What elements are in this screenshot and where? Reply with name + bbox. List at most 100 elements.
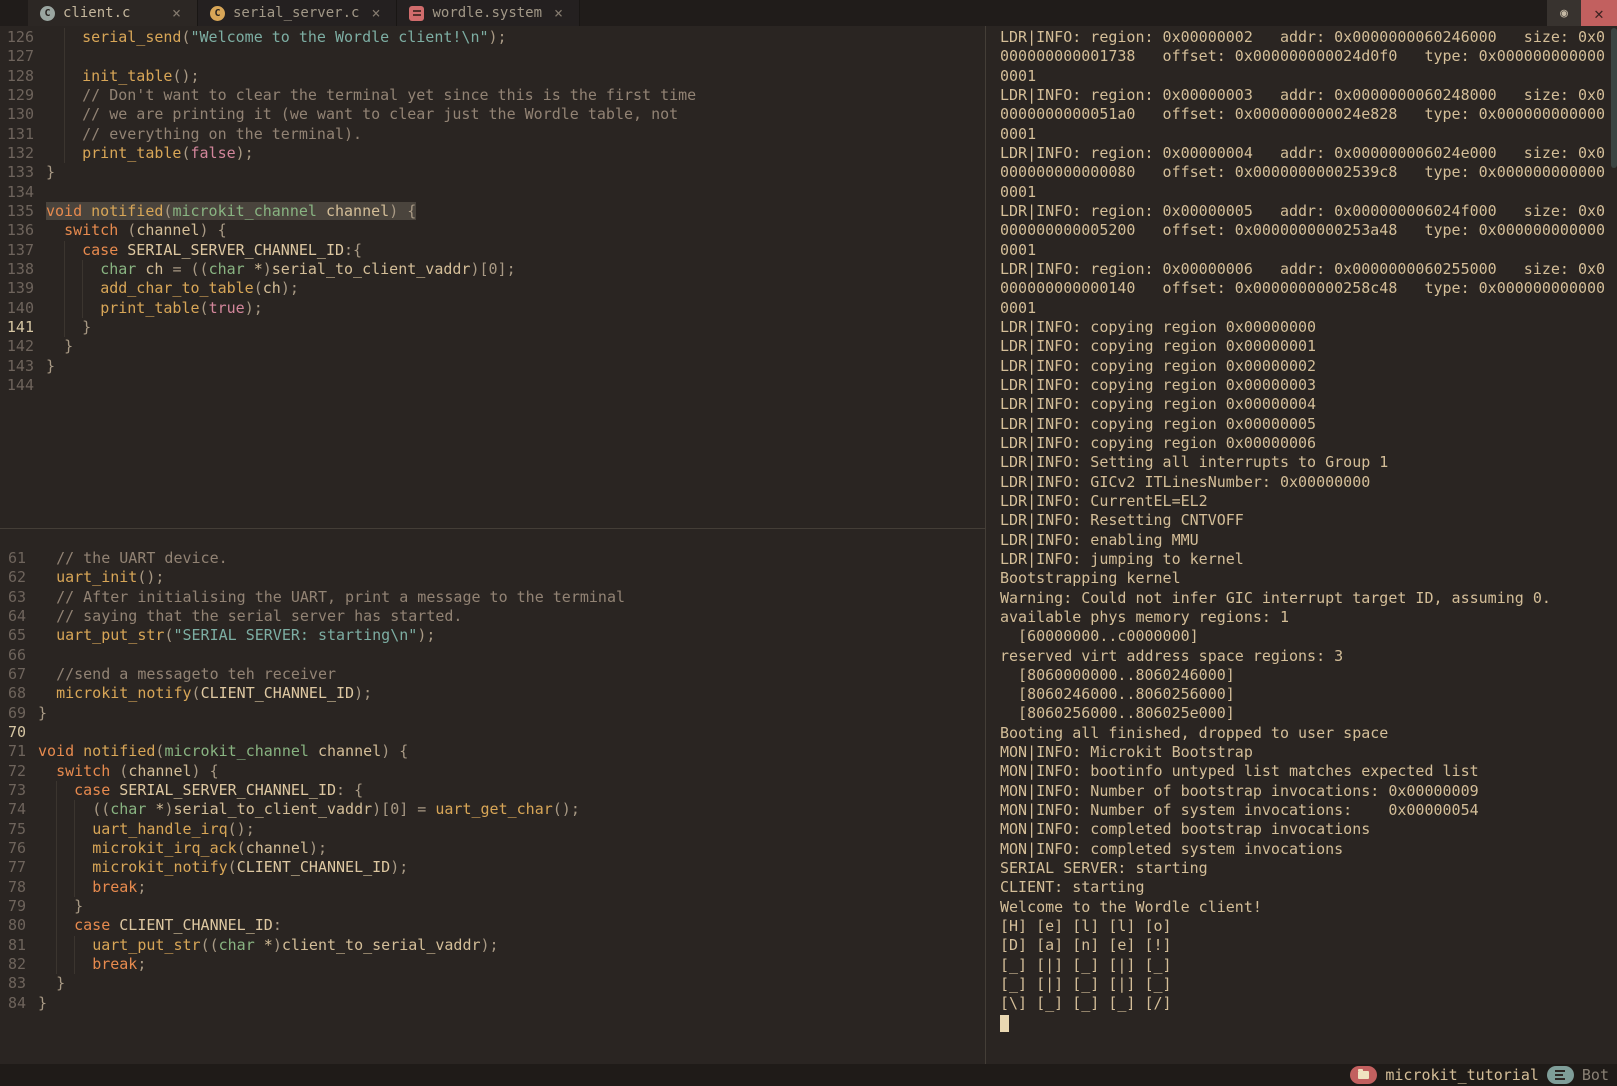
menu-lines-icon [1555, 1070, 1565, 1080]
code-line[interactable]: 136 switch (channel) { [0, 221, 985, 240]
code-line[interactable]: 75 uart_handle_irq(); [0, 820, 985, 839]
code-line[interactable]: 66 [0, 646, 985, 665]
code-line[interactable]: 78 break; [0, 878, 985, 897]
code-line[interactable]: 131 // everything on the terminal). [0, 125, 985, 144]
line-number: 79 [0, 897, 26, 916]
terminal-line: [_] [|] [_] [|] [_] [1000, 975, 1617, 994]
code-line[interactable]: 62 uart_init(); [0, 568, 985, 587]
code-line[interactable]: 69} [0, 704, 985, 723]
code-line[interactable]: 141 } [0, 318, 985, 337]
code-line[interactable]: 137 case SERIAL_SERVER_CHANNEL_ID:{ [0, 241, 985, 260]
code-line[interactable]: 63 // After initialising the UART, print… [0, 588, 985, 607]
line-number: 63 [0, 588, 26, 607]
code-line[interactable]: 68 microkit_notify(CLIENT_CHANNEL_ID); [0, 684, 985, 703]
code-line[interactable]: 76 microkit_irq_ack(channel); [0, 839, 985, 858]
terminal-line: LDR|INFO: region: 0x00000004 addr: 0x000… [1000, 144, 1617, 163]
code-line[interactable]: 64 // saying that the serial server has … [0, 607, 985, 626]
editor-pane-client[interactable]: 126 serial_send("Welcome to the Wordle c… [0, 26, 985, 528]
terminal-line: MON|INFO: Number of system invocations: … [1000, 801, 1617, 820]
line-number: 72 [0, 762, 26, 781]
terminal-line: LDR|INFO: region: 0x00000002 addr: 0x000… [1000, 28, 1617, 47]
code-line[interactable]: 74 ((char *)serial_to_client_vaddr)[0] =… [0, 800, 985, 819]
code-line[interactable]: 73 case SERIAL_SERVER_CHANNEL_ID: { [0, 781, 985, 800]
terminal-line: 0001 [1000, 241, 1617, 260]
tab-close-icon[interactable]: × [367, 4, 384, 22]
tab-bar: Cclient.c×Cserial_server.c×wordle.system… [0, 0, 1617, 26]
code-line[interactable]: 126 serial_send("Welcome to the Wordle c… [0, 28, 985, 47]
code-line[interactable]: 80 case CLIENT_CHANNEL_ID: [0, 916, 985, 935]
terminal-line: MON|INFO: Number of bootstrap invocation… [1000, 782, 1617, 801]
line-number: 132 [0, 144, 34, 163]
close-window-button[interactable]: ✕ [1581, 0, 1617, 26]
code-line[interactable]: 71void notified(microkit_channel channel… [0, 742, 985, 761]
editor-pane-serial-server[interactable]: 61 // the UART device.62 uart_init();63 … [0, 529, 985, 1064]
terminal-line: LDR|INFO: jumping to kernel [1000, 550, 1617, 569]
terminal-line: MON|INFO: completed bootstrap invocation… [1000, 820, 1617, 839]
terminal-line: LDR|INFO: Resetting CNTVOFF [1000, 511, 1617, 530]
tab-client.c[interactable]: Cclient.c× [28, 0, 198, 26]
line-number: 144 [0, 376, 34, 395]
line-number: 62 [0, 568, 26, 587]
c-file-icon: C [210, 6, 225, 21]
code-line[interactable]: 82 break; [0, 955, 985, 974]
line-number: 133 [0, 163, 34, 182]
preview-toggle-button[interactable]: ◉ [1547, 0, 1581, 26]
line-number: 137 [0, 241, 34, 260]
code-line[interactable]: 128 init_table(); [0, 67, 985, 86]
code-line[interactable]: 72 switch (channel) { [0, 762, 985, 781]
code-line[interactable]: 143} [0, 357, 985, 376]
code-line[interactable]: 81 uart_put_str((char *)client_to_serial… [0, 936, 985, 955]
line-number: 83 [0, 974, 26, 993]
code-line[interactable]: 127 [0, 47, 985, 66]
line-number: 65 [0, 626, 26, 645]
line-number: 128 [0, 67, 34, 86]
host-name: Bot [1582, 1066, 1609, 1084]
code-line[interactable]: 70 [0, 723, 985, 742]
code-line[interactable]: 135void notified(microkit_channel channe… [0, 202, 985, 221]
line-number: 78 [0, 878, 26, 897]
code-line[interactable]: 132 print_table(false); [0, 144, 985, 163]
code-line[interactable]: 142 } [0, 337, 985, 356]
terminal-line: LDR|INFO: copying region 0x00000004 [1000, 395, 1617, 414]
terminal-line: CLIENT: starting [1000, 878, 1617, 897]
terminal-pane[interactable]: LDR|INFO: region: 0x00000002 addr: 0x000… [986, 26, 1617, 1064]
host-badge [1547, 1066, 1574, 1084]
terminal-line: LDR|INFO: Setting all interrupts to Grou… [1000, 453, 1617, 472]
code-line[interactable]: 84} [0, 994, 985, 1013]
terminal-line: 0001 [1000, 125, 1617, 144]
terminal-line: LDR|INFO: GICv2 ITLinesNumber: 0x0000000… [1000, 473, 1617, 492]
terminal-line: Booting all finished, dropped to user sp… [1000, 724, 1617, 743]
terminal-line: LDR|INFO: copying region 0x00000003 [1000, 376, 1617, 395]
terminal-line: Bootstrapping kernel [1000, 569, 1617, 588]
line-number: 69 [0, 704, 26, 723]
tab-wordle.system[interactable]: wordle.system× [397, 0, 580, 26]
code-line[interactable]: 130 // we are printing it (we want to cl… [0, 105, 985, 124]
code-line[interactable]: 67 //send a messageto teh receiver [0, 665, 985, 684]
terminal-line: MON|INFO: bootinfo untyped list matches … [1000, 762, 1617, 781]
tab-close-icon[interactable]: × [550, 4, 567, 22]
code-line[interactable]: 139 add_char_to_table(ch); [0, 279, 985, 298]
code-line[interactable]: 83 } [0, 974, 985, 993]
terminal-line: LDR|INFO: region: 0x00000006 addr: 0x000… [1000, 260, 1617, 279]
code-line[interactable]: 144 [0, 376, 985, 395]
code-line[interactable]: 133} [0, 163, 985, 182]
line-number: 136 [0, 221, 34, 240]
line-number: 73 [0, 781, 26, 800]
code-line[interactable]: 65 uart_put_str("SERIAL SERVER: starting… [0, 626, 985, 645]
code-line[interactable]: 129 // Don't want to clear the terminal … [0, 86, 985, 105]
terminal-line: [_] [|] [_] [|] [_] [1000, 956, 1617, 975]
editor-window: Cclient.c×Cserial_server.c×wordle.system… [0, 0, 1617, 1086]
terminal-scrollbar[interactable] [1611, 28, 1617, 168]
tab-serial_server.c[interactable]: Cserial_server.c× [198, 0, 397, 26]
code-line[interactable]: 77 microkit_notify(CLIENT_CHANNEL_ID); [0, 858, 985, 877]
terminal-line: LDR|INFO: region: 0x00000003 addr: 0x000… [1000, 86, 1617, 105]
code-line[interactable]: 140 print_table(true); [0, 299, 985, 318]
code-line[interactable]: 61 // the UART device. [0, 549, 985, 568]
line-number: 139 [0, 279, 34, 298]
code-line[interactable]: 134 [0, 183, 985, 202]
line-number: 129 [0, 86, 34, 105]
terminal-line: 0000000000051a0 offset: 0x000000000024e8… [1000, 105, 1617, 124]
code-line[interactable]: 79 } [0, 897, 985, 916]
code-line[interactable]: 138 char ch = ((char *)serial_to_client_… [0, 260, 985, 279]
tab-close-icon[interactable]: × [168, 4, 185, 22]
